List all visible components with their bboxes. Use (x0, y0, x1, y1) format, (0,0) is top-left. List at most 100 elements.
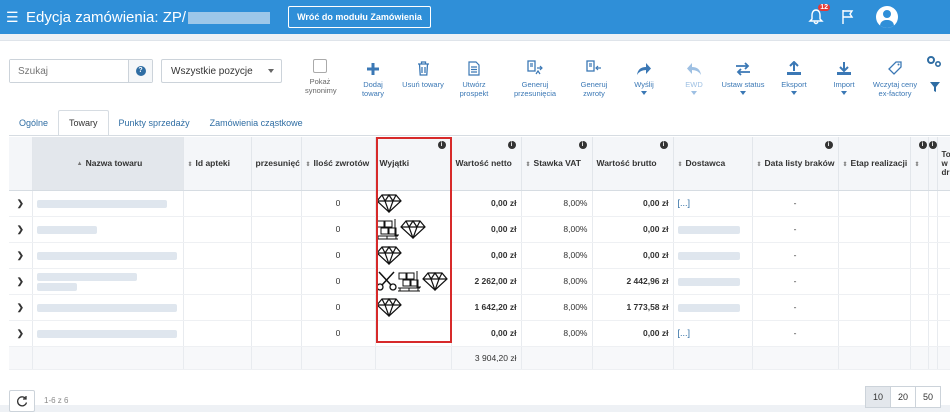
info-icon[interactable]: i (437, 141, 446, 149)
positions-filter-select[interactable]: Wszystkie pozycje (161, 59, 282, 83)
table-row[interactable]: ❯ 0 0,00 zł 8,00% 0,00 zł [...] - (9, 190, 950, 217)
column-header-name[interactable]: ▲ Nazwa towaru (32, 137, 184, 191)
tab-points-of-sale[interactable]: Punkty sprzedaży (109, 110, 200, 136)
summary-empty-cell (928, 346, 938, 370)
page-size-50[interactable]: 50 (915, 386, 941, 408)
returns-cell: 0 (301, 242, 376, 269)
chevron-down-icon (791, 91, 797, 95)
info-icon[interactable]: i (507, 141, 516, 149)
info-icon[interactable]: i (659, 141, 668, 149)
remove-products-button[interactable]: Usuń towary (402, 59, 444, 89)
column-header-stage[interactable]: ⇕ Etap realizacji (838, 137, 911, 191)
import-button[interactable]: Import (830, 59, 858, 95)
exceptions-cell (375, 190, 452, 217)
summary-empty-cell (937, 346, 950, 370)
flag-icon[interactable] (838, 7, 858, 27)
expand-row-chevron-icon[interactable]: ❯ (9, 190, 33, 217)
defects-date-cell: - (752, 190, 839, 217)
vat-rate-cell: 8,00% (521, 268, 593, 295)
column-header-extra-1[interactable]: i ⇕ (910, 137, 929, 191)
tab-products[interactable]: Towary (58, 110, 109, 136)
sort-asc-icon: ▲ (76, 161, 83, 167)
show-synonyms-toggle[interactable]: Pokaż synonimy (305, 59, 337, 95)
expand-row-chevron-icon[interactable]: ❯ (9, 216, 33, 243)
info-icon[interactable]: i (824, 141, 833, 149)
table-row[interactable]: ❯ 0 0,00 zł 8,00% 0,00 zł - (9, 216, 950, 243)
expand-row-chevron-icon[interactable]: ❯ (9, 268, 33, 295)
product-name-cell (32, 216, 184, 243)
column-header-gross-value[interactable]: Wartość brutto i (592, 137, 674, 191)
pharmacy-id-cell (183, 242, 252, 269)
net-value-cell: 2 262,00 zł (451, 268, 522, 295)
supplier-link[interactable]: [...] (678, 198, 691, 208)
column-header-truncated[interactable]: To w dr (937, 137, 950, 191)
column-settings-button[interactable] (925, 55, 943, 71)
send-button[interactable]: Wyślij (630, 59, 658, 95)
info-icon[interactable]: i (928, 141, 937, 149)
expand-row-chevron-icon[interactable]: ❯ (9, 242, 33, 269)
synonyms-checkbox[interactable] (313, 59, 327, 73)
info-icon[interactable]: i (578, 141, 587, 149)
add-products-button[interactable]: Dodaj towary (352, 59, 394, 98)
supplier-cell (673, 294, 753, 321)
generate-returns-button[interactable]: Generuj zwroty (578, 59, 610, 98)
table-row[interactable]: ❯ 0 2 262,00 zł 8,00% 2 442,96 zł - (9, 268, 950, 295)
load-ex-factory-prices-button[interactable]: Wczytaj ceny ex-factory (872, 59, 918, 98)
extra-cell (937, 242, 950, 269)
refresh-button[interactable] (9, 390, 35, 412)
supplier-link[interactable]: [...] (678, 328, 691, 338)
expand-row-chevron-icon[interactable]: ❯ (9, 294, 33, 321)
menu-icon[interactable]: ☰ (6, 10, 19, 24)
tab-general[interactable]: Ogólne (9, 110, 58, 136)
expand-row-chevron-icon[interactable]: ❯ (9, 320, 33, 347)
info-icon[interactable]: i (918, 141, 927, 149)
column-header-extra-2[interactable]: i (928, 137, 938, 191)
pharmacy-id-cell (183, 294, 252, 321)
column-header-net-value[interactable]: Wartość netto i (451, 137, 522, 191)
column-header-pharmacy-id[interactable]: ⇕ Id apteki (183, 137, 252, 191)
tab-divider (9, 135, 950, 136)
filter-button[interactable] (927, 81, 943, 95)
tab-partial-orders[interactable]: Zamówienia cząstkowe (200, 110, 313, 136)
create-prospectus-button[interactable]: Utwórz prospekt (456, 59, 492, 98)
generate-transfers-button[interactable]: Generuj przesunięcia (513, 59, 557, 98)
extra-cell (937, 320, 950, 347)
column-header-vat-rate[interactable]: ⇕ Stawka VAT i (521, 137, 593, 191)
column-header-supplier[interactable]: ⇕ Dostawca (673, 137, 753, 191)
returns-cell: 0 (301, 320, 376, 347)
table-row[interactable]: ❯ 0 0,00 zł 8,00% 0,00 zł - (9, 242, 950, 269)
pharmacy-id-cell (183, 268, 252, 295)
back-to-orders-button[interactable]: Wróć do modułu Zamówienia (288, 6, 431, 28)
page-size-20[interactable]: 20 (890, 386, 916, 408)
stage-cell (838, 268, 911, 295)
page-size-selector: 10 20 50 (865, 386, 941, 408)
column-header-defects-list-date[interactable]: ⇕ Data listy braków i (752, 137, 839, 191)
search-help-button[interactable]: ? (128, 60, 152, 82)
returns-cell: 0 (301, 216, 376, 243)
gross-value-cell: 0,00 zł (592, 190, 674, 217)
notifications-bell-icon[interactable]: 12 (806, 4, 830, 27)
column-header-returns[interactable]: ⇕ Ilość zwrotów (301, 137, 376, 191)
column-header-exceptions[interactable]: Wyjątki i (375, 137, 452, 191)
product-name-cell (32, 242, 184, 269)
table-footer: 1-6 z 6 10 20 50 (0, 381, 950, 412)
summary-empty-cell (375, 346, 452, 370)
sort-icon: ⇕ (756, 161, 762, 168)
search-input[interactable] (10, 60, 128, 82)
supplier-cell (673, 216, 753, 243)
exceptions-cell (375, 242, 452, 269)
column-header-transfers[interactable]: przesunięć (251, 137, 302, 191)
sort-icon: ⇕ (525, 161, 531, 168)
summary-empty-cell (9, 346, 33, 370)
set-status-button[interactable]: Ustaw status (720, 59, 766, 95)
ewd-button[interactable]: EWD (680, 59, 708, 95)
product-name-cell (32, 320, 184, 347)
table-row[interactable]: ❯ 0 1 642,20 zł 8,00% 1 773,58 zł - (9, 294, 950, 321)
page-size-10[interactable]: 10 (865, 386, 891, 408)
user-avatar[interactable] (876, 6, 898, 28)
export-button[interactable]: Eksport (778, 59, 810, 95)
help-icon: ? (135, 66, 146, 76)
trash-icon (417, 61, 429, 76)
exceptions-cell (375, 320, 452, 347)
table-row[interactable]: ❯ 0 0,00 zł 8,00% 0,00 zł [...] - (9, 320, 950, 347)
